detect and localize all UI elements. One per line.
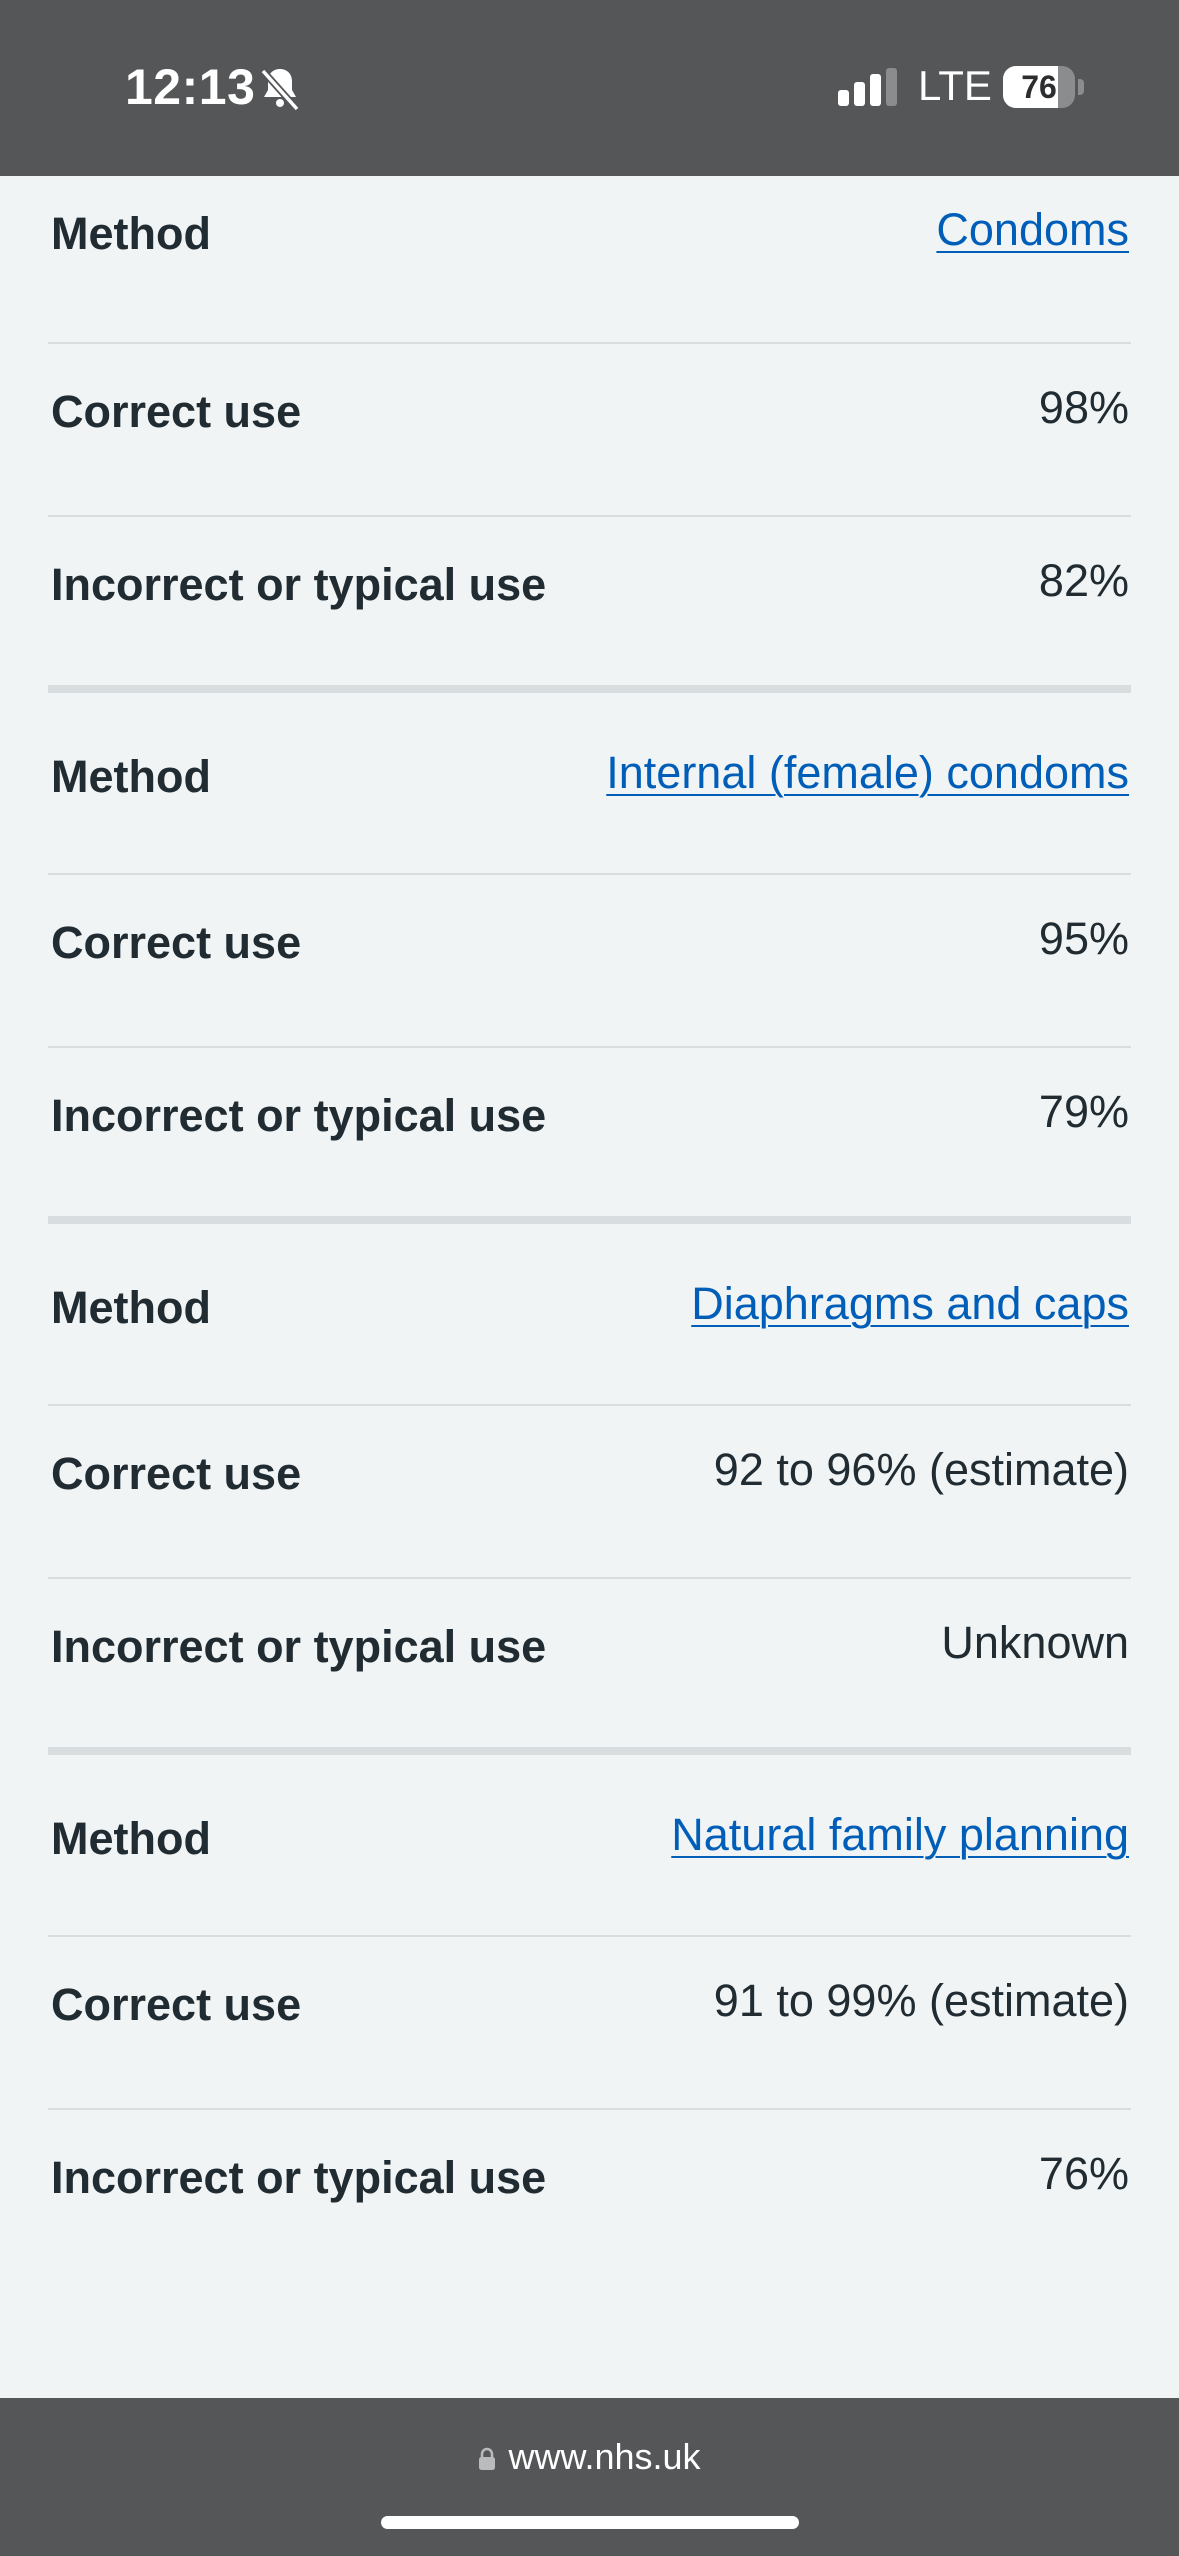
method-link-diaphragms[interactable]: Diaphragms and caps (691, 1278, 1129, 1330)
method-label: Method (51, 1282, 211, 1333)
correct-use-label: Correct use (51, 386, 302, 437)
correct-use-row: Correct use 95% (48, 875, 1131, 1048)
status-bar: 12:13 LTE 76 (0, 0, 1179, 176)
url-text: www.nhs.uk (508, 2436, 701, 2477)
correct-use-label: Correct use (51, 1448, 302, 1499)
correct-use-value: 92 to 96% (estimate) (713, 1444, 1129, 1495)
correct-use-label: Correct use (51, 917, 302, 968)
typical-use-value: 82% (1038, 555, 1129, 606)
correct-use-row: Correct use 92 to 96% (estimate) (48, 1406, 1131, 1579)
method-row: Method Diaphragms and caps (48, 1224, 1131, 1406)
lock-icon (479, 2447, 496, 2470)
efficacy-table: Method Condoms Correct use 98% Incorrect… (48, 176, 1131, 2281)
method-row: Method Internal (female) condoms (48, 693, 1131, 875)
battery-icon: 76 (1003, 66, 1085, 108)
method-group: Method Diaphragms and caps Correct use 9… (48, 1224, 1131, 1755)
method-row: Method Natural family planning (48, 1755, 1131, 1937)
correct-use-row: Correct use 98% (48, 344, 1131, 517)
typical-use-value: 76% (1038, 2148, 1129, 2199)
method-label: Method (51, 208, 211, 259)
method-group: Method Internal (female) condoms Correct… (48, 693, 1131, 1224)
typical-use-label: Incorrect or typical use (51, 1090, 547, 1141)
method-link-condoms[interactable]: Condoms (936, 204, 1129, 256)
typical-use-value: 79% (1038, 1086, 1129, 1137)
network-type: LTE (918, 62, 992, 109)
battery-level: 76 (1021, 69, 1057, 105)
correct-use-row: Correct use 91 to 99% (estimate) (48, 1937, 1131, 2110)
address-bar[interactable]: www.nhs.uk (0, 2436, 1179, 2478)
signal-icon (838, 68, 897, 106)
correct-use-value: 91 to 99% (estimate) (713, 1975, 1129, 2026)
method-link-internal-condoms[interactable]: Internal (female) condoms (606, 747, 1129, 799)
method-label: Method (51, 751, 211, 802)
home-indicator[interactable] (381, 2516, 799, 2529)
method-group: Method Natural family planning Correct u… (48, 1755, 1131, 2281)
method-row: Method Condoms (48, 176, 1131, 344)
browser-bottom-bar: www.nhs.uk (0, 2398, 1179, 2556)
typical-use-value: Unknown (941, 1617, 1129, 1668)
typical-use-label: Incorrect or typical use (51, 559, 547, 610)
correct-use-value: 98% (1038, 382, 1129, 433)
correct-use-value: 95% (1038, 913, 1129, 964)
typical-use-label: Incorrect or typical use (51, 1621, 547, 1672)
typical-use-row: Incorrect or typical use 76% (48, 2110, 1131, 2281)
method-label: Method (51, 1813, 211, 1864)
clock: 12:13 (125, 59, 256, 115)
typical-use-row: Incorrect or typical use 79% (48, 1048, 1131, 1224)
correct-use-label: Correct use (51, 1979, 302, 2030)
method-group: Method Condoms Correct use 98% Incorrect… (48, 176, 1131, 693)
typical-use-row: Incorrect or typical use Unknown (48, 1579, 1131, 1755)
method-link-natural-family-planning[interactable]: Natural family planning (671, 1809, 1129, 1861)
bell-slash-icon (260, 68, 300, 112)
typical-use-label: Incorrect or typical use (51, 2152, 547, 2203)
typical-use-row: Incorrect or typical use 82% (48, 517, 1131, 693)
